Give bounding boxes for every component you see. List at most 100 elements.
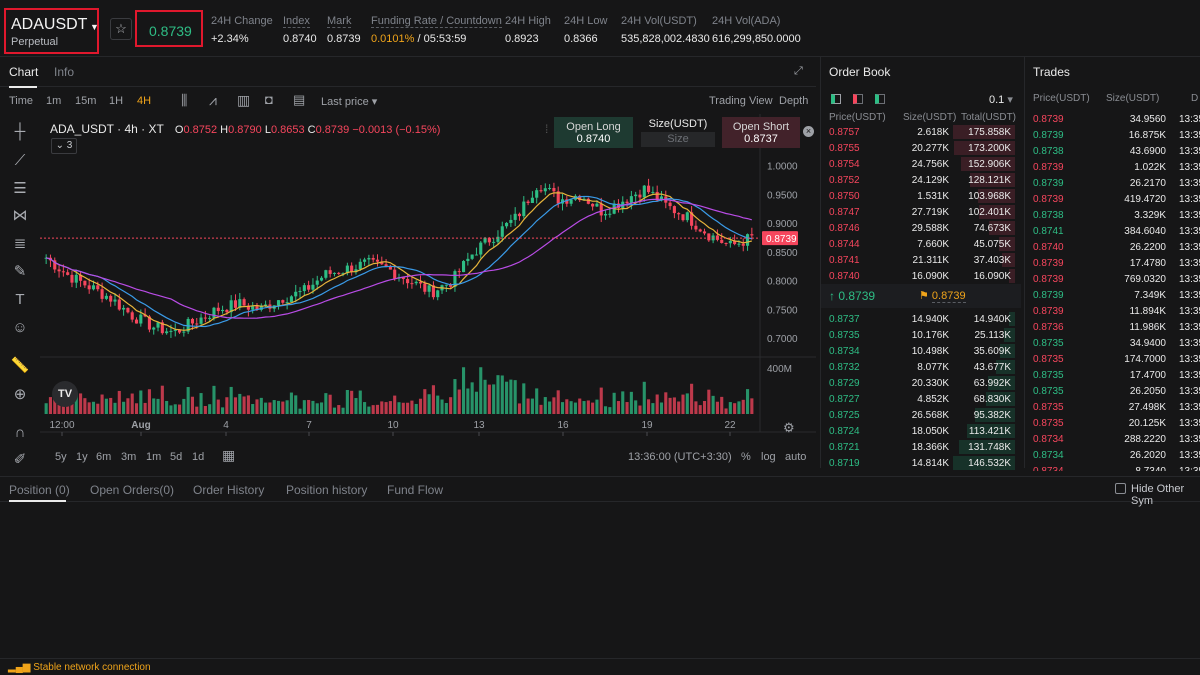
size-input[interactable]: Size	[641, 132, 715, 147]
indicator-collapse-button[interactable]: ⌄ 3	[51, 138, 77, 154]
book-total: 175.858K	[968, 127, 1011, 138]
bid-row[interactable]: 0.8724 18.050K 113.421K	[821, 423, 1021, 439]
ask-row[interactable]: 0.8746 29.588K 74.673K	[821, 220, 1021, 236]
stat-label-mark[interactable]: Mark	[327, 15, 352, 28]
ask-row[interactable]: 0.8744 7.660K 45.075K	[821, 236, 1021, 252]
calendar-icon[interactable]: ▦	[222, 447, 235, 464]
emoji-icon[interactable]: ☺	[9, 319, 31, 339]
stat-label-index[interactable]: Index	[283, 15, 310, 28]
period-5y[interactable]: 5y	[55, 451, 67, 463]
interval-15m[interactable]: 15m	[75, 95, 96, 107]
book-both-icon[interactable]	[831, 94, 841, 104]
candle-body	[91, 285, 96, 290]
ruler-icon[interactable]: 📏	[9, 356, 31, 376]
trade-size: 419.4720	[1124, 194, 1166, 205]
log-toggle[interactable]: log	[761, 451, 776, 463]
stat-label-funding[interactable]: Funding Rate / Countdown	[371, 15, 502, 28]
ask-row[interactable]: 0.8747 27.719K 102.401K	[821, 204, 1021, 220]
ask-row[interactable]: 0.8752 24.129K 128.121K	[821, 172, 1021, 188]
tab-position-history[interactable]: Position history	[286, 483, 367, 497]
volume-bar	[651, 403, 655, 414]
bid-row[interactable]: 0.8737 14.940K 14.940K	[821, 311, 1021, 327]
candle-type-icon[interactable]: ⫼	[181, 92, 187, 109]
ask-row[interactable]: 0.8740 16.090K 16.090K	[821, 268, 1021, 284]
symbol-name: ADAUSDT	[11, 16, 88, 33]
tab-info[interactable]: Info	[54, 65, 74, 79]
period-3m[interactable]: 3m	[121, 451, 136, 463]
expand-icon[interactable]: ⤢	[794, 65, 803, 78]
mark-price-value: 0.8739	[931, 290, 966, 303]
text-icon[interactable]: T	[9, 291, 31, 311]
open-short-price: 0.8737	[744, 133, 778, 145]
bar-chart-icon[interactable]: ▥	[237, 92, 250, 109]
volume-bar	[100, 394, 104, 414]
book-asks-icon[interactable]	[853, 94, 863, 104]
tab-open-orders[interactable]: Open Orders(0)	[90, 483, 174, 497]
period-1m[interactable]: 1m	[146, 451, 161, 463]
tab-order-history[interactable]: Order History	[193, 483, 264, 497]
depth-toggle[interactable]: Depth	[779, 95, 808, 107]
bid-row[interactable]: 0.8729 20.330K 63.992K	[821, 375, 1021, 391]
horizontal-lines-icon[interactable]: ☰	[9, 179, 31, 199]
bid-row[interactable]: 0.8727 4.852K 68.830K	[821, 391, 1021, 407]
bid-row[interactable]: 0.8719 14.814K 146.532K	[821, 455, 1021, 471]
volume-bar	[380, 401, 384, 414]
fib-icon[interactable]: ≣	[9, 234, 31, 254]
bid-row[interactable]: 0.8725 26.568K 95.382K	[821, 407, 1021, 423]
trade-price: 0.8738	[1033, 210, 1064, 221]
volume-bar	[264, 402, 268, 414]
hide-other-checkbox[interactable]	[1115, 483, 1126, 494]
tab-chart[interactable]: Chart	[9, 65, 38, 79]
period-1y[interactable]: 1y	[76, 451, 88, 463]
book-total: 102.401K	[968, 207, 1011, 218]
interval-1m[interactable]: 1m	[46, 95, 61, 107]
interval-1h[interactable]: 1H	[109, 95, 123, 107]
magnet-icon[interactable]: ∩	[9, 424, 31, 444]
symbol-selector[interactable]: ADAUSDT ▼ Perpetual	[4, 8, 99, 54]
tick-size-select[interactable]: 0.1 ▾	[989, 93, 1013, 106]
period-6m[interactable]: 6m	[96, 451, 111, 463]
indicators-icon[interactable]: ⩘	[209, 92, 217, 109]
open-long-button[interactable]: Open Long 0.8740	[554, 117, 633, 148]
price-type-select[interactable]: Last price ▾	[321, 95, 377, 108]
tab-fund-flow[interactable]: Fund Flow	[387, 483, 443, 497]
ask-row[interactable]: 0.8755 20.277K 173.200K	[821, 140, 1021, 156]
brush-icon[interactable]: ✎	[9, 262, 31, 282]
trendline-icon[interactable]: ⟋	[9, 152, 31, 172]
bid-row[interactable]: 0.8734 10.498K 35.609K	[821, 343, 1021, 359]
size-field[interactable]: Size(USDT) Size	[640, 117, 716, 148]
close-icon[interactable]: ×	[803, 126, 814, 137]
trade-price: 0.8741	[1033, 226, 1064, 237]
interval-time[interactable]: Time	[9, 95, 33, 107]
auto-toggle[interactable]: auto	[785, 451, 806, 463]
percent-toggle[interactable]: %	[741, 451, 751, 463]
settings-gear-icon[interactable]: ⚙	[783, 420, 795, 436]
book-bids-icon[interactable]	[875, 94, 885, 104]
drag-handle-icon[interactable]: ⁞	[545, 122, 548, 136]
period-1d[interactable]: 1d	[192, 451, 204, 463]
camera-icon[interactable]: ◘	[265, 92, 273, 107]
bid-row[interactable]: 0.8735 10.176K 25.113K	[821, 327, 1021, 343]
candle-body	[371, 257, 375, 260]
bid-row[interactable]: 0.8721 18.366K 131.748K	[821, 439, 1021, 455]
trading-view-toggle[interactable]: Trading View	[709, 95, 773, 107]
interval-4h[interactable]: 4H	[137, 95, 151, 107]
crosshair-icon[interactable]: ┼	[9, 123, 31, 143]
ask-row[interactable]: 0.8750 1.531K 103.968K	[821, 188, 1021, 204]
chart-toolbar: Time 1m 15m 1H 4H ⫼ ⩘ ▥ ◘ ▤ Last price ▾…	[0, 88, 816, 114]
favorite-star-icon[interactable]: ☆	[110, 18, 132, 40]
ask-row[interactable]: 0.8757 2.618K 175.858K	[821, 124, 1021, 140]
ask-row[interactable]: 0.8754 24.756K 152.906K	[821, 156, 1021, 172]
open-short-button[interactable]: Open Short 0.8737	[722, 117, 800, 148]
lock-draw-icon[interactable]: ✐	[9, 450, 31, 470]
book-total: 35.609K	[973, 346, 1011, 357]
tab-position[interactable]: Position (0)	[9, 483, 70, 497]
zoom-icon[interactable]: ⊕	[9, 385, 31, 405]
price-chart[interactable]: 1.0000 0.9500 0.9000 0.8500 0.8000 0.7500 0.70…	[40, 114, 816, 444]
trade-time: 13:35	[1179, 274, 1200, 285]
notes-icon[interactable]: ▤	[293, 92, 305, 108]
bid-row[interactable]: 0.8732 8.077K 43.677K	[821, 359, 1021, 375]
pattern-icon[interactable]: ⋈	[9, 206, 31, 226]
period-5d[interactable]: 5d	[170, 451, 182, 463]
ask-row[interactable]: 0.8741 21.311K 37.403K	[821, 252, 1021, 268]
